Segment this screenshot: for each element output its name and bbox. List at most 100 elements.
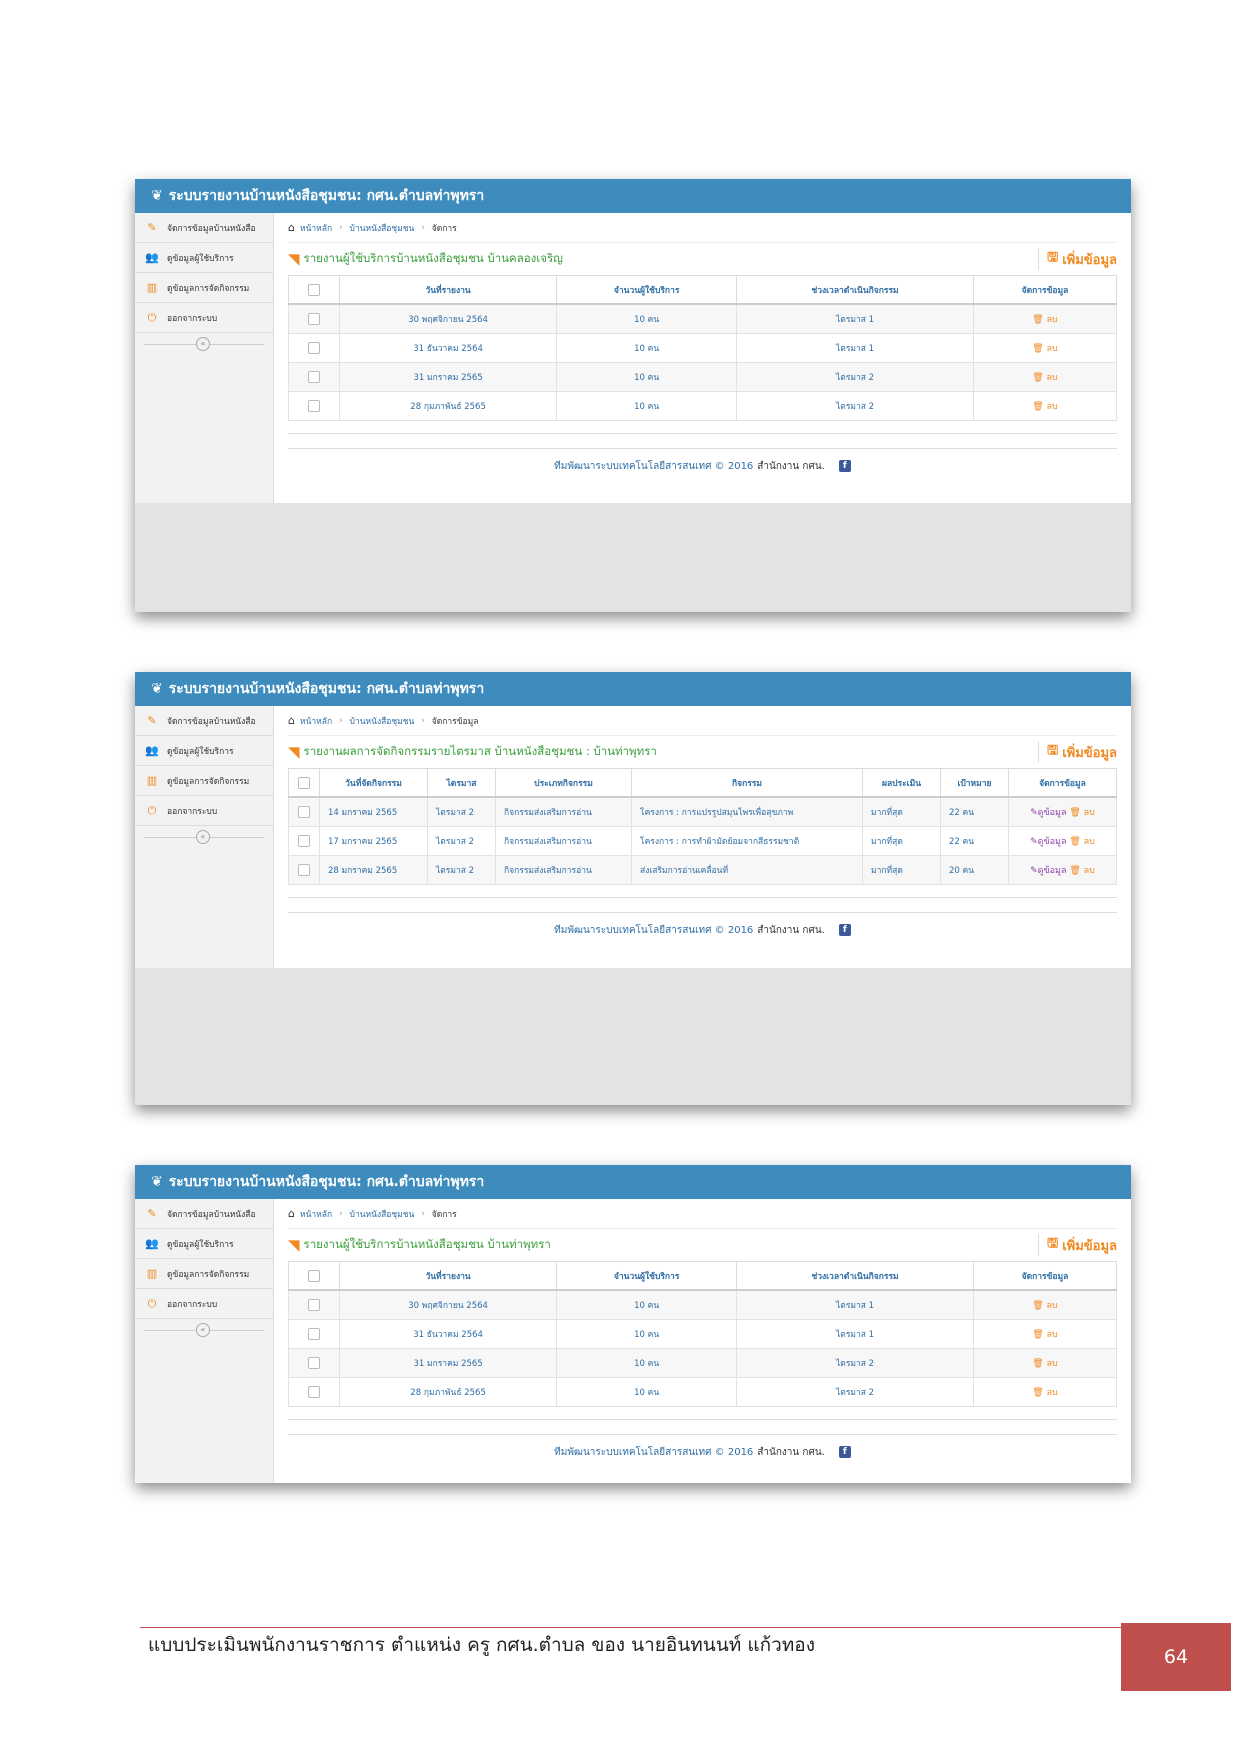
report-table: วันที่รายงาน จำนวนผู้ใช้บริการ ช่วงเวลาด… bbox=[288, 1261, 1117, 1407]
save-icon: 🖫 bbox=[1047, 743, 1059, 758]
collapse-sidebar-button[interactable]: « bbox=[196, 829, 210, 844]
select-all-checkbox[interactable] bbox=[308, 283, 320, 296]
add-data-button[interactable]: 🖫 เพิ่มข้อมูล bbox=[1038, 741, 1117, 763]
col-header[interactable]: ประเภทกิจกรรม bbox=[495, 768, 632, 798]
col-header[interactable]: ช่วงเวลาดำเนินกิจกรรม bbox=[736, 275, 974, 305]
delete-button[interactable]: 🗑 ลบ bbox=[1032, 373, 1058, 383]
col-header[interactable]: วันที่รายงาน bbox=[338, 1261, 558, 1291]
app-header: ❦ ระบบรายงานบ้านหนังสือชุมชน: กศน.ตำบลท่… bbox=[135, 179, 1131, 213]
sidebar: ✎ จัดการข้อมูลบ้านหนังสือ 👥 ดูข้อมูลผู้ใช้… bbox=[135, 213, 274, 503]
breadcrumb-home[interactable]: หน้าหลัก bbox=[300, 221, 332, 235]
delete-button[interactable]: 🗑 ลบ bbox=[1069, 808, 1095, 818]
col-header[interactable]: วันที่รายงาน bbox=[338, 275, 558, 305]
rss-icon: ◥ bbox=[288, 250, 300, 268]
col-header[interactable]: วันที่จัดกิจกรรม bbox=[319, 768, 428, 798]
breadcrumb-library[interactable]: บ้านหนังสือชุมชน bbox=[350, 1207, 415, 1221]
users-icon: 👥 bbox=[145, 1237, 159, 1250]
col-header[interactable]: เป้าหมาย bbox=[940, 768, 1009, 798]
breadcrumb-current: จัดการ bbox=[431, 223, 457, 234]
facebook-icon[interactable]: f bbox=[838, 1446, 851, 1458]
row-checkbox[interactable] bbox=[308, 1299, 320, 1311]
row-checkbox[interactable] bbox=[298, 806, 310, 818]
sidebar-item-users[interactable]: 👥 ดูข้อมูลผู้ใช้บริการ bbox=[135, 243, 273, 273]
screenshot-3: ❦ ระบบรายงานบ้านหนังสือชุมชน: กศน.ตำบลท่… bbox=[135, 1165, 1131, 1483]
sidebar-item-users[interactable]: 👥 ดูข้อมูลผู้ใช้บริการ bbox=[135, 1229, 273, 1259]
col-header[interactable]: จัดการข้อมูล bbox=[973, 1261, 1117, 1291]
app-footer: ทีมพัฒนาระบบเทคโนโลยีสารสนเทศ © 2016 สำนั… bbox=[288, 449, 1117, 483]
col-header[interactable]: จำนวนผู้ใช้บริการ bbox=[556, 275, 738, 305]
delete-button[interactable]: 🗑 ลบ bbox=[1069, 837, 1095, 847]
collapse-sidebar-button[interactable]: « bbox=[196, 336, 210, 351]
bar-chart-icon: ▥ bbox=[146, 1267, 158, 1280]
breadcrumb: ⌂ หน้าหลัก › บ้านหนังสือชุมชน › จัดการ bbox=[288, 1199, 1117, 1229]
bar-chart-icon: ▥ bbox=[146, 774, 158, 787]
sidebar-item-logout[interactable]: ⏻ ออกจากระบบ bbox=[135, 1289, 273, 1319]
row-checkbox[interactable] bbox=[308, 342, 320, 354]
row-checkbox[interactable] bbox=[308, 1357, 320, 1369]
report-heading: รายงานผู้ใช้บริการบ้านหนังสือชุมชน บ้านท… bbox=[303, 1237, 551, 1251]
delete-button[interactable]: 🗑 ลบ bbox=[1069, 866, 1095, 876]
row-checkbox[interactable] bbox=[298, 864, 310, 876]
breadcrumb-home[interactable]: หน้าหลัก bbox=[300, 714, 332, 728]
delete-button[interactable]: 🗑 ลบ bbox=[1032, 344, 1058, 354]
home-icon: ⌂ bbox=[288, 1207, 295, 1220]
row-checkbox[interactable] bbox=[308, 1386, 320, 1398]
sidebar-item-manage[interactable]: ✎ จัดการข้อมูลบ้านหนังสือ bbox=[135, 213, 273, 243]
sidebar-item-users[interactable]: 👥 ดูข้อมูลผู้ใช้บริการ bbox=[135, 736, 273, 766]
delete-button[interactable]: 🗑 ลบ bbox=[1032, 315, 1058, 325]
table-row: 31 มกราคม 2565 10 คน ไตรมาส 2 🗑 ลบ bbox=[288, 1348, 1117, 1378]
col-header[interactable]: ผลประเมิน bbox=[862, 768, 941, 798]
sidebar-item-manage[interactable]: ✎ จัดการข้อมูลบ้านหนังสือ bbox=[135, 1199, 273, 1229]
table-row: 31 ธันวาคม 2564 10 คน ไตรมาส 1 🗑 ลบ bbox=[288, 1319, 1117, 1349]
delete-button[interactable]: 🗑 ลบ bbox=[1032, 1301, 1058, 1311]
select-all-checkbox[interactable] bbox=[308, 1269, 320, 1282]
delete-button[interactable]: 🗑 ลบ bbox=[1032, 1359, 1058, 1369]
col-header[interactable]: จัดการข้อมูล bbox=[973, 275, 1117, 305]
sidebar-item-activities[interactable]: ▥ ดูข้อมูลการจัดกิจกรรม bbox=[135, 273, 273, 303]
breadcrumb-home[interactable]: หน้าหลัก bbox=[300, 1207, 332, 1221]
row-checkbox[interactable] bbox=[308, 400, 320, 412]
add-data-button[interactable]: 🖫 เพิ่มข้อมูล bbox=[1038, 248, 1117, 270]
delete-button[interactable]: 🗑 ลบ bbox=[1032, 1330, 1058, 1340]
app-title: ระบบรายงานบ้านหนังสือชุมชน: กศน.ตำบลท่าพ… bbox=[168, 188, 485, 204]
view-button[interactable]: ✎ดูข้อมูล bbox=[1030, 808, 1066, 818]
col-header[interactable]: ไตรมาส bbox=[427, 768, 496, 798]
document-footer-text: แบบประเมินพนักงานราชการ ตำแหน่ง ครู กศน.… bbox=[148, 1634, 815, 1656]
page-number: 64 bbox=[1121, 1623, 1231, 1691]
main-content: ⌂ หน้าหลัก › บ้านหนังสือชุมชน › จัดการ ◥ รา… bbox=[274, 213, 1131, 503]
power-icon: ⏻ bbox=[147, 803, 157, 817]
breadcrumb-library[interactable]: บ้านหนังสือชุมชน bbox=[350, 221, 415, 235]
table-row: 31 มกราคม 2565 10 คน ไตรมาส 2 🗑 ลบ bbox=[288, 362, 1117, 392]
sidebar-item-activities[interactable]: ▥ ดูข้อมูลการจัดกิจกรรม bbox=[135, 1259, 273, 1289]
users-icon: 👥 bbox=[145, 744, 159, 757]
breadcrumb-current: จัดการ bbox=[431, 1209, 457, 1220]
collapse-sidebar-button[interactable]: « bbox=[196, 1322, 210, 1337]
delete-button[interactable]: 🗑 ลบ bbox=[1032, 402, 1058, 412]
col-header[interactable]: ช่วงเวลาดำเนินกิจกรรม bbox=[736, 1261, 974, 1291]
add-data-button[interactable]: 🖫 เพิ่มข้อมูล bbox=[1038, 1234, 1117, 1256]
row-checkbox[interactable] bbox=[308, 313, 320, 325]
row-checkbox[interactable] bbox=[298, 835, 310, 847]
col-header[interactable]: กิจกรรม bbox=[631, 768, 863, 798]
sidebar-item-logout[interactable]: ⏻ ออกจากระบบ bbox=[135, 796, 273, 826]
facebook-icon[interactable]: f bbox=[838, 924, 851, 936]
col-header[interactable]: จัดการข้อมูล bbox=[1008, 768, 1117, 798]
row-checkbox[interactable] bbox=[308, 371, 320, 383]
sidebar-item-logout[interactable]: ⏻ ออกจากระบบ bbox=[135, 303, 273, 333]
edit-icon: ✎ bbox=[147, 221, 157, 234]
sidebar-item-activities[interactable]: ▥ ดูข้อมูลการจัดกิจกรรม bbox=[135, 766, 273, 796]
power-icon: ⏻ bbox=[147, 310, 157, 324]
col-header[interactable]: จำนวนผู้ใช้บริการ bbox=[556, 1261, 738, 1291]
save-icon: 🖫 bbox=[1047, 1236, 1059, 1251]
breadcrumb-library[interactable]: บ้านหนังสือชุมชน bbox=[350, 714, 415, 728]
view-button[interactable]: ✎ดูข้อมูล bbox=[1030, 866, 1066, 876]
app-title: ระบบรายงานบ้านหนังสือชุมชน: กศน.ตำบลท่าพ… bbox=[168, 681, 485, 697]
delete-button[interactable]: 🗑 ลบ bbox=[1032, 1388, 1058, 1398]
row-checkbox[interactable] bbox=[308, 1328, 320, 1340]
facebook-icon[interactable]: f bbox=[838, 460, 851, 472]
sidebar-item-manage[interactable]: ✎ จัดการข้อมูลบ้านหนังสือ bbox=[135, 706, 273, 736]
table-row: 30 พฤศจิกายน 2564 10 คน ไตรมาส 1 🗑 ลบ bbox=[288, 303, 1117, 334]
view-button[interactable]: ✎ดูข้อมูล bbox=[1030, 837, 1066, 847]
sidebar: ✎ จัดการข้อมูลบ้านหนังสือ 👥 ดูข้อมูลผู้ใช้… bbox=[135, 1199, 274, 1483]
select-all-checkbox[interactable] bbox=[298, 776, 310, 789]
